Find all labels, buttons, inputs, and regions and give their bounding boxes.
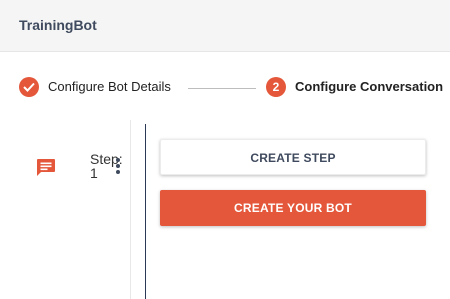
check-icon xyxy=(23,82,35,92)
more-vertical-icon[interactable] xyxy=(116,158,120,176)
app-header: TrainingBot xyxy=(0,0,450,52)
step-label-configure-conversation[interactable]: Configure Conversation xyxy=(295,79,443,94)
app-title: TrainingBot xyxy=(19,17,97,33)
conversation-panel: Step: 1 CREATE STEP CREATE YOUR BOT xyxy=(0,120,450,299)
create-your-bot-button[interactable]: CREATE YOUR BOT xyxy=(160,190,426,226)
steps-list: Step: 1 xyxy=(0,120,131,299)
step-item-label[interactable]: Step: 1 xyxy=(90,152,132,180)
timeline-line xyxy=(145,124,146,299)
stepper: Configure Bot Details 2 Configure Conver… xyxy=(0,52,450,120)
step-completed-check-icon xyxy=(19,77,39,97)
step-number-icon: 2 xyxy=(266,77,286,97)
step-label-configure-bot-details[interactable]: Configure Bot Details xyxy=(48,79,171,94)
chat-bubble-icon[interactable] xyxy=(36,158,56,178)
create-step-button[interactable]: CREATE STEP xyxy=(160,139,426,175)
step-connector xyxy=(188,88,256,89)
